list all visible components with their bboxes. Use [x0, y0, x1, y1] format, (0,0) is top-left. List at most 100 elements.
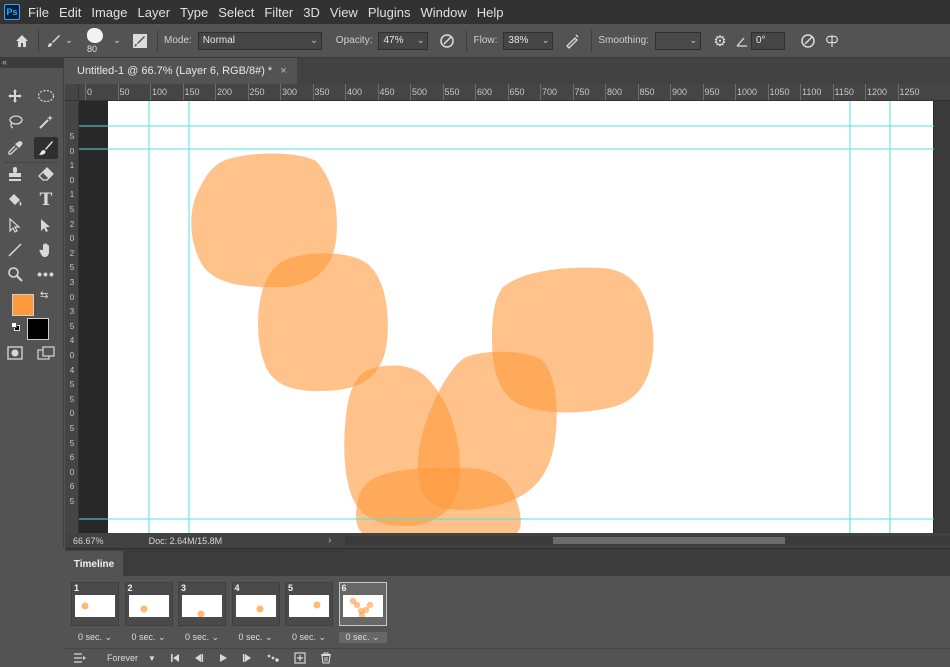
tween-icon[interactable] [266, 653, 280, 663]
scrollbar-thumb[interactable] [553, 537, 786, 544]
chevron-down-icon: ⌄ [541, 34, 550, 45]
timeline-frame[interactable]: 3 [178, 582, 226, 626]
lasso-tool-icon[interactable] [3, 111, 27, 133]
opacity-field[interactable]: 47% ⌄ [378, 31, 429, 50]
gear-icon[interactable]: ⚙ [707, 32, 733, 50]
frame-thumbnail [182, 595, 222, 617]
tools-panel: T ••• ⇆ [0, 68, 64, 548]
timeline-frame[interactable]: 6 [338, 582, 387, 626]
next-frame-icon[interactable] [242, 653, 252, 663]
menu-select[interactable]: Select [218, 5, 254, 20]
horizontal-scrollbar[interactable] [345, 536, 950, 545]
line-tool-icon[interactable] [3, 239, 27, 261]
first-frame-icon[interactable] [170, 653, 180, 663]
magic-wand-tool-icon[interactable] [34, 111, 58, 133]
brush-preset-icon[interactable] [45, 33, 63, 49]
ruler-tick [280, 84, 281, 100]
menu-view[interactable]: View [330, 5, 358, 20]
frame-delay-select[interactable]: 0 sec. ⌄ [338, 632, 387, 643]
ruler-label: 650 [509, 87, 525, 97]
default-colors-icon[interactable] [11, 322, 21, 332]
timeline-frame[interactable]: 2 [124, 582, 173, 626]
angle-field[interactable]: 0° [750, 31, 785, 50]
paint-bucket-tool-icon[interactable] [3, 189, 27, 211]
ruler-label: 0 [69, 175, 75, 185]
menu-image[interactable]: Image [91, 5, 127, 20]
chevron-down-icon: ⌄ [157, 632, 166, 642]
horizontal-ruler[interactable]: 0 50 100 150 200 250 300 350 400 450 500 550 600 650 7… [79, 84, 950, 101]
tab-timeline[interactable]: Timeline [65, 551, 123, 577]
type-tool-icon[interactable]: T [34, 189, 58, 211]
chevron-down-icon[interactable]: ⌄ [111, 35, 123, 46]
close-icon[interactable]: × [280, 65, 286, 77]
swap-colors-icon[interactable]: ⇆ [40, 290, 48, 301]
direct-selection-tool-icon[interactable] [34, 214, 58, 236]
timeline-frame[interactable]: 4 [231, 582, 280, 626]
frame-delay-select[interactable]: 0 sec. ⌄ [285, 632, 333, 643]
frame-delay-select[interactable]: 0 sec. ⌄ [125, 632, 173, 643]
screen-mode-icon[interactable] [34, 342, 58, 364]
frame-delay-select[interactable]: 0 sec. ⌄ [178, 632, 226, 643]
vertical-scrollbar[interactable] [934, 101, 950, 533]
zoom-level[interactable]: 66.67% [73, 536, 149, 546]
loop-options-select[interactable]: Forever ▼ [107, 653, 156, 663]
timeline-frame[interactable]: 5 [285, 582, 333, 626]
foreground-color-swatch[interactable] [12, 294, 34, 316]
mode-select[interactable]: Normal ⌄ [197, 31, 322, 50]
menu-edit[interactable]: Edit [59, 5, 81, 20]
toolbar-collapse-strip[interactable]: « [0, 58, 64, 68]
more-tools-icon[interactable]: ••• [34, 263, 58, 285]
ruler-label: 150 [184, 87, 200, 97]
timeline-menu-icon[interactable] [73, 652, 87, 664]
zoom-tool-icon[interactable] [3, 263, 27, 285]
ruler-label: 1 [69, 161, 75, 171]
menu-window[interactable]: Window [420, 5, 466, 20]
menu-plugins[interactable]: Plugins [368, 5, 411, 20]
menu-type[interactable]: Type [180, 5, 208, 20]
eyedropper-tool-icon[interactable] [3, 137, 27, 159]
move-tool-icon[interactable] [3, 85, 27, 107]
menu-file[interactable]: File [28, 5, 49, 20]
ruler-origin[interactable] [65, 84, 79, 101]
canvas-area[interactable] [79, 101, 950, 533]
pressure-opacity-icon[interactable] [434, 33, 460, 49]
quick-mask-icon[interactable] [3, 342, 27, 364]
duplicate-frame-icon[interactable] [294, 652, 306, 664]
vertical-ruler[interactable]: 5 0 1 0 1 5 2 0 2 5 3 0 3 5 4 0 4 5 5 0 5 5 6 0 6 5 [65, 101, 79, 533]
clone-stamp-tool-icon[interactable] [3, 163, 27, 185]
status-menu-arrow[interactable]: › [328, 535, 345, 546]
brush-panel-icon[interactable] [129, 33, 151, 49]
pressure-size-icon[interactable] [795, 33, 821, 49]
play-icon[interactable] [218, 653, 228, 663]
marquee-tool-icon[interactable] [34, 85, 58, 107]
path-selection-tool-icon[interactable] [3, 214, 27, 236]
ruler-tick [345, 84, 346, 100]
airbrush-icon[interactable] [559, 33, 585, 49]
menu-help[interactable]: Help [477, 5, 504, 20]
document-tab-bar: Untitled-1 @ 66.7% (Layer 6, RGB/8#) * × [65, 58, 950, 84]
ruler-label: 0 [69, 146, 75, 156]
menu-filter[interactable]: Filter [264, 5, 293, 20]
ruler-label: 1100 [802, 87, 822, 97]
home-icon[interactable] [12, 33, 32, 49]
chevron-down-icon[interactable]: ⌄ [63, 35, 75, 46]
previous-frame-icon[interactable] [194, 653, 204, 663]
eraser-tool-icon[interactable] [34, 163, 58, 185]
ruler-label: 5 [69, 132, 75, 141]
frame-delay-select[interactable]: 0 sec. ⌄ [232, 632, 280, 643]
trash-icon[interactable] [320, 652, 332, 664]
menu-3d[interactable]: 3D [303, 5, 320, 20]
menu-layer[interactable]: Layer [138, 5, 171, 20]
document-tab[interactable]: Untitled-1 @ 66.7% (Layer 6, RGB/8#) * × [65, 58, 297, 84]
smoothing-field[interactable]: ⌄ [654, 31, 701, 50]
brush-tool-icon[interactable] [34, 137, 58, 159]
hand-tool-icon[interactable] [34, 239, 58, 261]
chevron-down-icon: ⌄ [371, 632, 380, 642]
brush-size-picker[interactable]: 80 [81, 26, 111, 56]
ruler-tick [637, 84, 639, 100]
timeline-frame[interactable]: 1 [71, 582, 119, 626]
symmetry-icon[interactable] [821, 33, 843, 49]
background-color-swatch[interactable] [27, 318, 49, 340]
flow-field[interactable]: 38% ⌄ [503, 31, 554, 50]
frame-delay-select[interactable]: 0 sec. ⌄ [71, 632, 119, 643]
